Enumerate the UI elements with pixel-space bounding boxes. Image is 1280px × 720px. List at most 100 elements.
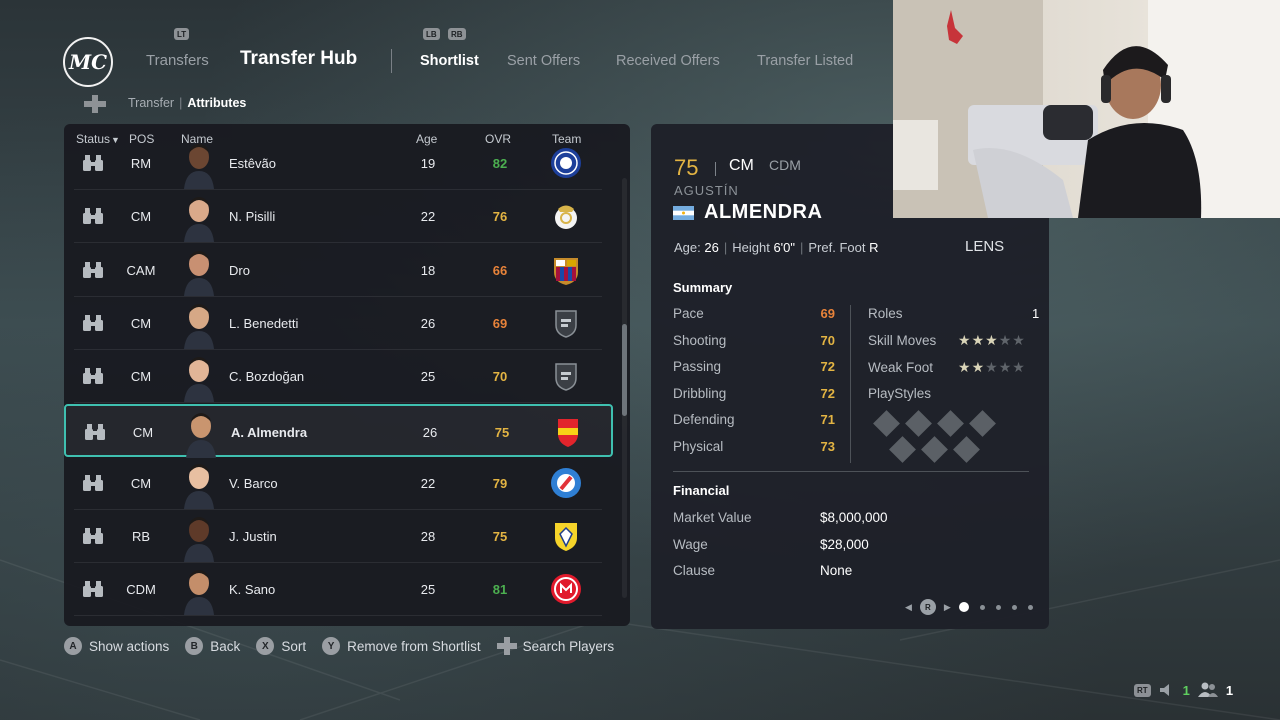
player-height: 6'0"	[773, 240, 795, 255]
divider	[673, 471, 1029, 472]
page-dot[interactable]	[979, 604, 985, 610]
generic-club-crest-icon	[555, 363, 577, 391]
playstyle-slot-icon[interactable]	[905, 410, 932, 437]
rt-trigger-hint: RT	[1134, 683, 1151, 697]
player-row[interactable]: CM N. Pisilli 22 76	[74, 190, 602, 244]
search-players-button[interactable]: Search Players	[496, 637, 614, 655]
player-row[interactable]: CM V. Barco 22 79	[74, 457, 602, 510]
playstyle-slot-icon[interactable]	[921, 436, 948, 463]
binoculars-icon	[83, 261, 103, 278]
playstyle-slot-icon[interactable]	[969, 410, 996, 437]
player-alt-position: CDM	[769, 157, 801, 173]
real-madrid-crest-icon	[555, 205, 577, 230]
status-bar: RT 1 1	[1134, 682, 1233, 698]
show-actions-button[interactable]: A Show actions	[64, 637, 169, 655]
player-avatar	[184, 303, 214, 349]
sort-button[interactable]: X Sort	[256, 637, 306, 655]
player-pos: CM	[130, 369, 152, 385]
shortlist-panel: Status▼ POS Name Age OVR Team RM Estêvão 1…	[64, 124, 630, 626]
tab-transfer-listed[interactable]: Transfer Listed	[757, 53, 853, 69]
financial-value: $8,000,000	[820, 510, 888, 525]
player-row[interactable]: CDM K. Sano 25 81	[74, 563, 602, 617]
financial-value: None	[820, 563, 853, 579]
player-avatar	[184, 357, 214, 403]
financial-label: Clause	[673, 563, 716, 579]
app-logo: MC	[63, 37, 113, 87]
player-bio: Age: 26 | Height 6'0" | Pref. Foot R	[674, 240, 879, 255]
webcam-overlay	[893, 0, 1280, 218]
nav-transfers[interactable]: Transfers	[146, 52, 209, 69]
lens-crest-icon	[558, 418, 578, 447]
playstyle-slot-icon[interactable]	[873, 410, 900, 437]
controller-hints: A Show actions B Back X Sort Y Remove from S…	[64, 636, 630, 656]
page-dot[interactable]	[958, 602, 969, 612]
party-count: 1	[1225, 682, 1234, 698]
tab-shortlist[interactable]: Shortlist	[420, 53, 479, 69]
dpad-icon	[496, 637, 517, 655]
playstyle-slot-icon[interactable]	[889, 436, 916, 463]
page-next-icon[interactable]: ▶	[944, 602, 951, 613]
binoculars-icon	[83, 474, 103, 491]
player-avatar	[184, 570, 214, 616]
mainz-crest-icon	[551, 574, 581, 605]
player-row[interactable]: CM L. Benedetti 26 69	[74, 297, 602, 350]
player-avatar	[184, 144, 214, 189]
player-row[interactable]: RB J. Justin 28 75	[74, 510, 602, 564]
breadcrumb-parent[interactable]: Transfer	[128, 96, 174, 110]
player-name: Dro	[229, 262, 250, 278]
page-prev-icon[interactable]: ◀	[905, 602, 912, 613]
back-button[interactable]: B Back	[185, 637, 240, 655]
page-dot[interactable]	[1011, 604, 1017, 610]
player-age: 28	[420, 529, 436, 545]
player-row[interactable]: RM Estêvão 19 82	[74, 137, 602, 190]
tab-sent-offers[interactable]: Sent Offers	[507, 53, 580, 69]
star-icon: ★	[958, 359, 972, 375]
breadcrumb: Transfer | Attributes	[128, 96, 247, 110]
stat-value: 73	[820, 439, 835, 454]
stat-label: Physical	[673, 439, 724, 454]
player-name: N. Pisilli	[229, 209, 276, 225]
player-name: Estêvão	[229, 156, 276, 171]
player-avatar	[186, 412, 216, 458]
leeds-crest-icon	[555, 523, 577, 552]
player-age: 18	[420, 262, 436, 278]
player-pos: RB	[131, 529, 151, 545]
player-pos: CDM	[126, 582, 156, 598]
financial-label: Wage	[673, 536, 708, 552]
player-first-name: AGUSTÍN	[674, 183, 739, 198]
financial-label: Market Value	[673, 510, 752, 525]
a-button-icon: A	[64, 637, 82, 655]
player-pos: CAM	[126, 262, 156, 278]
weak-foot-label: Weak Foot	[868, 360, 934, 375]
binoculars-icon	[83, 368, 103, 385]
player-row[interactable]: CAM Dro 18 66	[74, 244, 602, 297]
lb-bumper-hint: LB	[423, 28, 440, 40]
y-button-icon: Y	[322, 637, 341, 655]
page-dot[interactable]	[1027, 604, 1033, 610]
player-row[interactable]: CM C. Bozdoğan 25 70	[74, 350, 602, 404]
rb-bumper-hint: RB	[448, 28, 466, 40]
stat-value: 69	[820, 306, 835, 321]
page-dot[interactable]	[995, 604, 1001, 610]
player-ovr: 75	[674, 155, 699, 180]
page-indicator[interactable]: ◀ R ▶	[905, 599, 1033, 615]
tab-received-offers[interactable]: Received Offers	[616, 53, 720, 69]
player-pos: CM	[130, 475, 152, 491]
player-row[interactable]: CM A. Almendra 26 75	[64, 403, 613, 458]
player-avatar	[184, 250, 214, 296]
playstyle-slot-icon[interactable]	[953, 436, 980, 463]
dpad-icon	[84, 95, 106, 113]
star-icon: ★	[985, 359, 999, 375]
generic-club-crest-icon	[555, 310, 577, 338]
playstyle-slot-icon[interactable]	[937, 410, 964, 437]
player-pos: CM	[132, 424, 154, 440]
player-ovr: 69	[492, 315, 508, 331]
list-scrollbar-thumb[interactable]	[622, 324, 627, 416]
player-ovr: 79	[492, 475, 508, 491]
player-age: 26	[704, 240, 719, 255]
player-foot: R	[869, 240, 879, 255]
player-ovr: 82	[492, 156, 508, 171]
remove-from-shortlist-button[interactable]: Y Remove from Shortlist	[322, 637, 481, 655]
player-name: V. Barco	[229, 475, 278, 491]
star-icon: ★	[971, 332, 986, 348]
